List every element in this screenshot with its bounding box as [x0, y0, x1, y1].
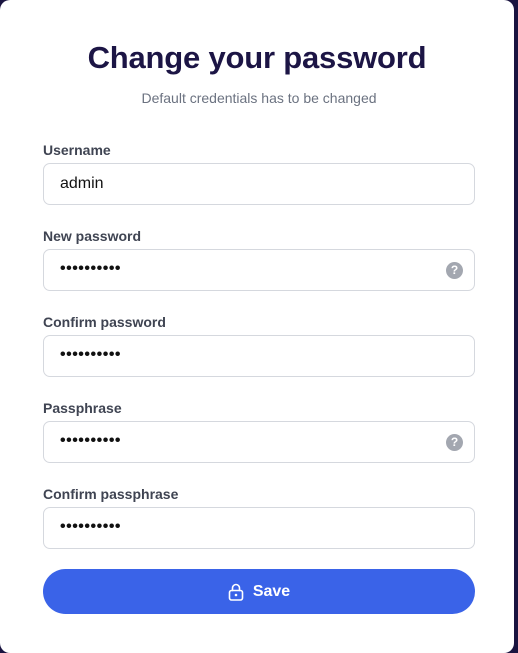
confirm-password-value: •••••••••• — [60, 346, 122, 363]
question-circle-icon[interactable]: ? — [446, 434, 463, 451]
new-password-field[interactable]: •••••••••• ? — [43, 249, 475, 291]
lock-icon — [228, 583, 244, 601]
username-value: admin — [60, 175, 104, 192]
passphrase-label: Passphrase — [43, 400, 122, 416]
passphrase-field[interactable]: •••••••••• ? — [43, 421, 475, 463]
confirm-password-label: Confirm password — [43, 314, 166, 330]
new-password-label: New password — [43, 228, 142, 244]
save-button[interactable]: Save — [43, 569, 475, 614]
username-field[interactable]: admin — [43, 163, 475, 205]
passphrase-value: •••••••••• — [60, 432, 122, 449]
save-button-label: Save — [252, 582, 291, 600]
username-label: Username — [43, 142, 111, 158]
page-subtitle: Default credentials has to be changed — [141, 90, 377, 106]
change-password-card: Change your password Default credentials… — [0, 0, 514, 653]
confirm-passphrase-value: •••••••••• — [60, 518, 122, 535]
page-title: Change your password — [87, 40, 427, 75]
confirm-passphrase-field[interactable]: •••••••••• — [43, 507, 475, 549]
question-circle-icon[interactable]: ? — [446, 262, 463, 279]
confirm-password-field[interactable]: •••••••••• — [43, 335, 475, 377]
save-button-content: Save — [43, 569, 475, 614]
new-password-value: •••••••••• — [60, 260, 122, 277]
confirm-passphrase-label: Confirm passphrase — [43, 486, 179, 502]
